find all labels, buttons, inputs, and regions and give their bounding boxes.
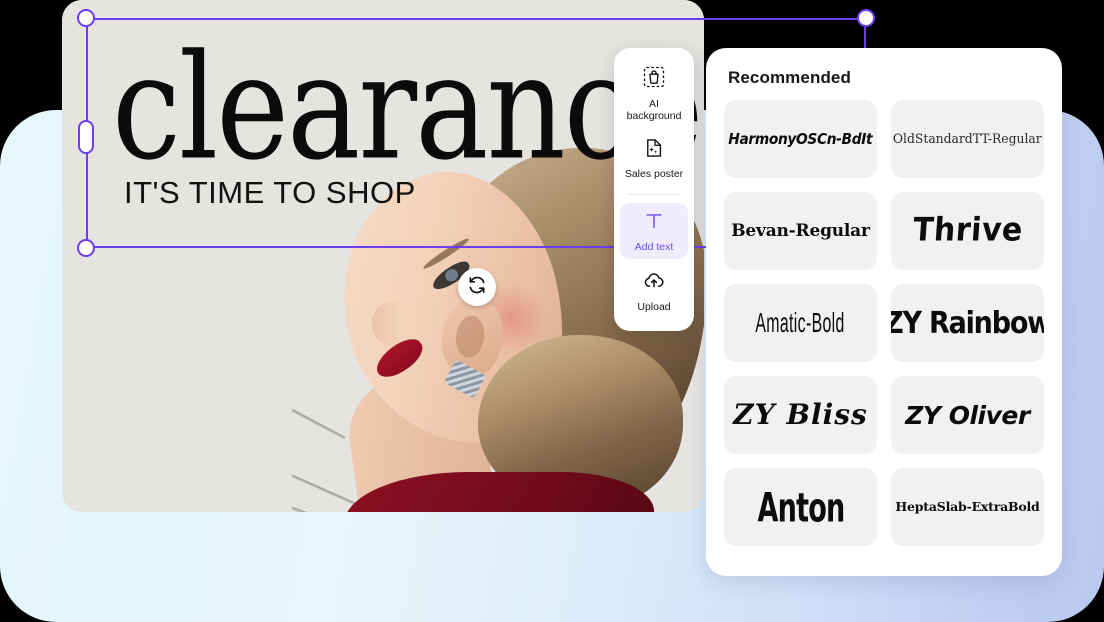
- editor-canvas[interactable]: clearance IT'S TIME TO SHOP: [62, 0, 704, 512]
- tool-label-add-text: Add text: [635, 241, 674, 253]
- tool-label-sales-poster: Sales poster: [625, 168, 683, 180]
- panel-title: Recommended: [728, 68, 1040, 88]
- decor-wire-1: [292, 296, 346, 439]
- font-sample-label: HarmonyOSCn-BdIt: [729, 132, 873, 147]
- font-sample-label: OldStandardTT-Regular: [893, 133, 1042, 146]
- font-sample-label: ZY Rainbow: [891, 308, 1044, 338]
- sales-poster-file-icon: [643, 137, 665, 164]
- font-card[interactable]: Thrive: [891, 192, 1044, 270]
- font-card[interactable]: OldStandardTT-Regular: [891, 100, 1044, 178]
- tool-upload[interactable]: Upload: [620, 261, 688, 319]
- font-grid: HarmonyOSCn-BdIt OldStandardTT-Regular Bev…: [724, 100, 1044, 546]
- tool-ai-background[interactable]: AI background: [620, 58, 688, 128]
- toolbar-divider: [628, 194, 680, 195]
- font-sample-label: Amatic-Bold: [756, 309, 845, 337]
- font-sample-label: Anton: [757, 487, 844, 527]
- font-sample-label: HeptaSlab-ExtraBold: [895, 501, 1039, 514]
- poster-headline[interactable]: clearance: [112, 36, 701, 181]
- font-sample-label: ZY Oliver: [905, 403, 1029, 428]
- font-card[interactable]: Bevan-Regular: [724, 192, 877, 270]
- resize-handle-top-left[interactable]: [77, 9, 95, 27]
- resize-handle-top-right[interactable]: [857, 9, 875, 27]
- add-text-icon: [643, 210, 665, 237]
- poster-artwork: clearance IT'S TIME TO SHOP: [62, 0, 704, 512]
- refresh-icon: [467, 275, 487, 300]
- font-card[interactable]: HarmonyOSCn-BdIt: [724, 100, 877, 178]
- recommended-fonts-panel: Recommended HarmonyOSCn-BdIt OldStandardT…: [706, 48, 1062, 576]
- poster-subline[interactable]: IT'S TIME TO SHOP: [124, 175, 416, 211]
- editor-toolbar: AI background Sales poster: [614, 48, 694, 331]
- tool-add-text[interactable]: Add text: [620, 203, 688, 259]
- tool-label-upload: Upload: [637, 301, 670, 313]
- app-root: clearance IT'S TIME TO SHOP: [0, 0, 1104, 622]
- font-card[interactable]: ZY Oliver: [891, 376, 1044, 454]
- tool-label-ai-background: AI background: [627, 98, 682, 122]
- font-sample-label: Bevan-Regular: [731, 223, 870, 240]
- font-card[interactable]: ZY Bliss: [724, 376, 877, 454]
- tool-sales-poster[interactable]: Sales poster: [620, 130, 688, 186]
- font-card[interactable]: Amatic-Bold: [724, 284, 877, 362]
- cloud-upload-icon: [642, 268, 666, 297]
- decor-wire-2: [292, 372, 355, 505]
- regenerate-button[interactable]: [458, 268, 496, 306]
- font-card[interactable]: HeptaSlab-ExtraBold: [891, 468, 1044, 546]
- font-sample-label: Thrive: [911, 215, 1023, 247]
- resize-handle-middle-left[interactable]: [78, 120, 94, 154]
- ai-shopping-bag-icon: [642, 65, 666, 94]
- resize-handle-bottom-left[interactable]: [77, 239, 95, 257]
- font-card[interactable]: ZY Rainbow: [891, 284, 1044, 362]
- font-sample-label: ZY Bliss: [733, 401, 868, 429]
- font-card[interactable]: Anton: [724, 468, 877, 546]
- decor-wire-3: [292, 420, 336, 512]
